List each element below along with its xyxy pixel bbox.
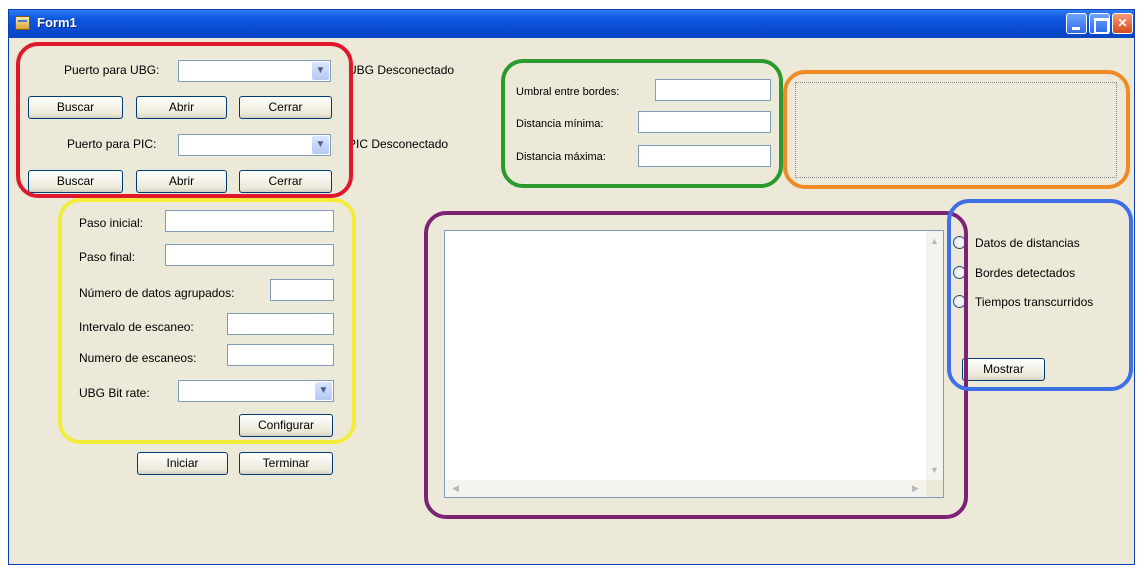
min-distance-input[interactable]	[638, 111, 771, 133]
min-distance-label: Distancia mínima:	[516, 118, 604, 130]
bitrate-label: UBG Bit rate:	[79, 386, 150, 400]
horizontal-scrollbar[interactable]: ◀ ▶	[445, 480, 926, 497]
scroll-left-icon[interactable]: ◀	[447, 480, 464, 497]
radio-edges-label: Bordes detectados	[975, 266, 1076, 280]
pic-close-button[interactable]: Cerrar	[239, 170, 332, 193]
close-window-button[interactable]: ✕	[1112, 13, 1133, 34]
start-step-input[interactable]	[165, 210, 334, 232]
form-icon	[15, 16, 30, 30]
bitrate-combo[interactable]: ▼	[178, 380, 334, 402]
max-distance-input[interactable]	[638, 145, 771, 167]
stop-button[interactable]: Terminar	[239, 452, 333, 475]
maximize-button[interactable]	[1089, 13, 1110, 34]
scrollbar-corner	[926, 480, 943, 497]
pic-search-button[interactable]: Buscar	[28, 170, 123, 193]
scroll-down-icon[interactable]: ▼	[926, 462, 943, 479]
title-bar[interactable]: Form1 ✕	[9, 10, 1134, 38]
pic-open-button[interactable]: Abrir	[136, 170, 227, 193]
end-step-label: Paso final:	[79, 250, 136, 264]
end-step-input[interactable]	[165, 244, 334, 266]
pic-port-label: Puerto para PIC:	[67, 137, 157, 151]
radio-edges[interactable]	[953, 266, 966, 279]
minimize-button[interactable]	[1066, 13, 1087, 34]
grouped-count-input[interactable]	[270, 279, 334, 301]
radio-times[interactable]	[953, 295, 966, 308]
scan-count-input[interactable]	[227, 344, 334, 366]
radio-times-label: Tiempos transcurridos	[975, 295, 1094, 309]
ubg-open-button[interactable]: Abrir	[136, 96, 227, 119]
scan-interval-label: Intervalo de escaneo:	[79, 320, 194, 334]
scan-interval-input[interactable]	[227, 313, 334, 335]
output-textbox[interactable]: ▲ ▼ ◀ ▶	[444, 230, 944, 498]
window-title: Form1	[37, 15, 77, 30]
empty-panel	[795, 82, 1117, 178]
configure-button[interactable]: Configurar	[239, 414, 333, 437]
radio-distances-label: Datos de distancias	[975, 236, 1080, 250]
edge-threshold-input[interactable]	[655, 79, 771, 101]
scroll-right-icon[interactable]: ▶	[907, 480, 924, 497]
edge-threshold-label: Umbral entre bordes:	[516, 86, 620, 98]
grouped-count-label: Número de datos agrupados:	[79, 286, 235, 300]
ubg-port-label: Puerto para UBG:	[64, 63, 160, 77]
ubg-close-button[interactable]: Cerrar	[239, 96, 332, 119]
radio-distances[interactable]	[953, 236, 966, 249]
vertical-scrollbar[interactable]: ▲ ▼	[926, 231, 943, 481]
scroll-up-icon[interactable]: ▲	[926, 233, 943, 250]
chevron-down-icon[interactable]: ▼	[315, 382, 332, 400]
pic-status-label: PIC Desconectado	[348, 137, 449, 151]
start-step-label: Paso inicial:	[79, 216, 144, 230]
chevron-down-icon[interactable]: ▼	[312, 62, 329, 80]
ubg-port-combo[interactable]: ▼	[178, 60, 331, 82]
pic-port-combo[interactable]: ▼	[178, 134, 331, 156]
max-distance-label: Distancia máxima:	[516, 151, 606, 163]
chevron-down-icon[interactable]: ▼	[312, 136, 329, 154]
ubg-search-button[interactable]: Buscar	[28, 96, 123, 119]
scan-count-label: Numero de escaneos:	[79, 351, 197, 365]
show-button[interactable]: Mostrar	[962, 358, 1045, 381]
ubg-status-label: UBG Desconectado	[348, 63, 455, 77]
start-button[interactable]: Iniciar	[137, 452, 228, 475]
